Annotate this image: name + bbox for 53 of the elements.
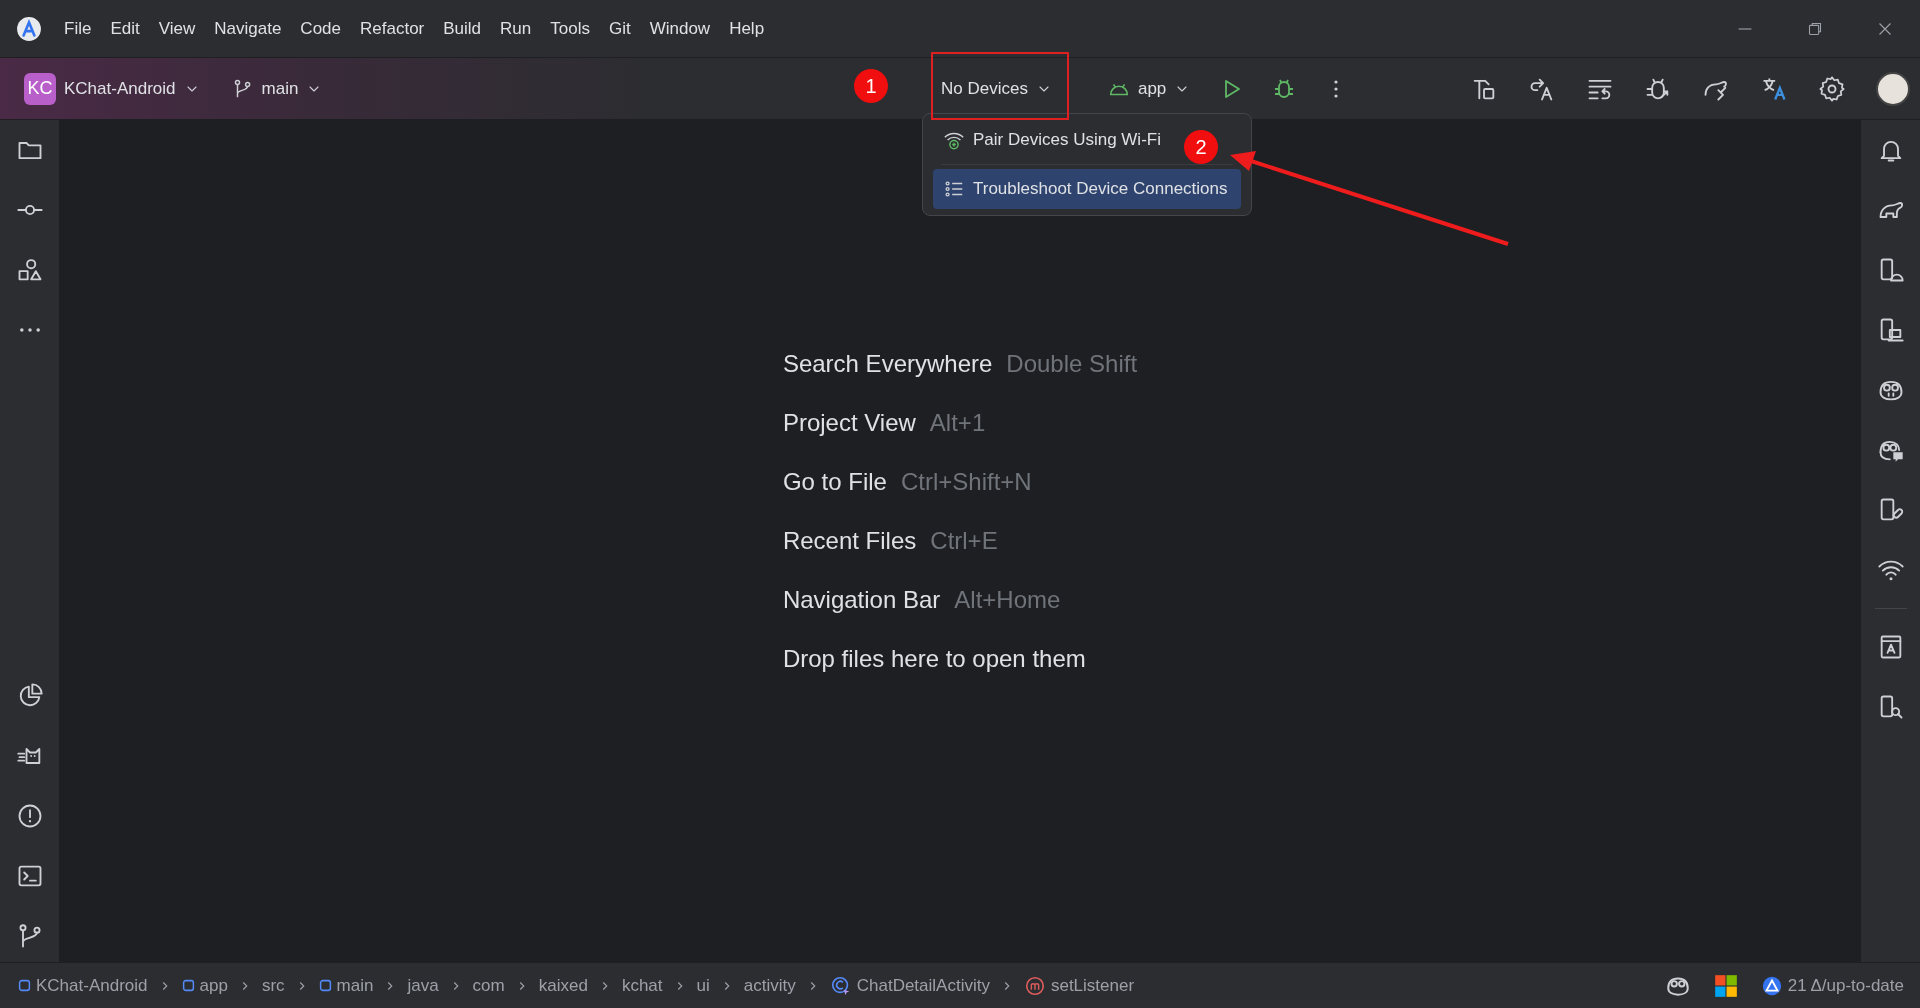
menu-item[interactable]: Build [443, 18, 482, 39]
menu-item[interactable]: Navigate [214, 18, 282, 39]
hint-shortcut: Double Shift [1006, 349, 1138, 378]
menu-item[interactable]: Run [500, 18, 532, 39]
breadcrumb-item[interactable]: kchat [621, 975, 663, 996]
menu-item[interactable]: View [158, 18, 196, 39]
project-selector[interactable]: KC KChat-Android [20, 66, 204, 111]
breadcrumb-item[interactable]: app [181, 975, 228, 996]
breadcrumb-item[interactable]: main [318, 975, 374, 996]
module-icon [318, 979, 332, 992]
module-icon [181, 979, 195, 992]
breadcrumb-item[interactable]: src [261, 975, 285, 996]
hint-shortcut: Alt+1 [929, 408, 986, 437]
menu-item[interactable]: Tools [550, 18, 590, 39]
hint-action: Search Everywhere [782, 349, 993, 378]
breadcrumb-item[interactable]: java [407, 975, 439, 996]
menu-item[interactable]: Code [300, 18, 341, 39]
hint-shortcut: Ctrl+Shift+N [900, 467, 1032, 496]
dropdown-menu-item[interactable]: Pair Devices Using Wi-Fi [933, 120, 1171, 160]
breadcrumb-item[interactable]: com [472, 975, 505, 996]
menu-item[interactable]: Git [608, 18, 631, 39]
menu-item[interactable]: File [64, 18, 92, 39]
hint-action: Navigation Bar [782, 585, 941, 614]
avatar[interactable] [1876, 71, 1910, 106]
project-badge: KC [24, 72, 56, 105]
hint-shortcut: Ctrl+E [930, 526, 998, 555]
menu-item[interactable]: Window [649, 18, 711, 39]
breadcrumb-item[interactable]: kaixed [538, 975, 588, 996]
device-selector[interactable]: No Devices [935, 70, 1058, 107]
menu-item[interactable]: Help [729, 18, 765, 39]
branch-selector[interactable]: main [227, 71, 327, 106]
menu-item[interactable]: Refactor [360, 18, 425, 39]
breadcrumb-item[interactable]: KChat-Android [18, 975, 148, 996]
hint-action: Go to File [782, 467, 887, 496]
breadcrumb-item[interactable]: ChatDetailActivity [829, 974, 990, 997]
module-icon [18, 979, 31, 992]
hint-shortcut: Alt+Home [954, 585, 1061, 614]
windows-logo-icon[interactable] [1712, 972, 1739, 999]
class-icon [829, 974, 852, 997]
breadcrumb-item[interactable]: setListener [1023, 974, 1135, 997]
dropdown-menu-item[interactable]: Troubleshoot Device Connections [933, 169, 1241, 209]
breadcrumb-item[interactable]: activity [743, 975, 796, 996]
hint-action: Project View [782, 408, 916, 437]
app-logo-icon [16, 15, 42, 42]
run-config-selector[interactable]: app [1101, 69, 1197, 108]
vcs-status[interactable]: 21 Δ/up-to-date [1760, 974, 1904, 997]
hint-action: Recent Files [782, 526, 917, 555]
menu-item[interactable]: Edit [110, 18, 140, 39]
settings-icon[interactable] [1818, 74, 1846, 103]
hint-action: Drop files here to open them [782, 644, 1086, 673]
method-icon [1023, 974, 1046, 997]
list-icon [943, 178, 965, 200]
breadcrumb-item[interactable]: ui [696, 975, 710, 996]
